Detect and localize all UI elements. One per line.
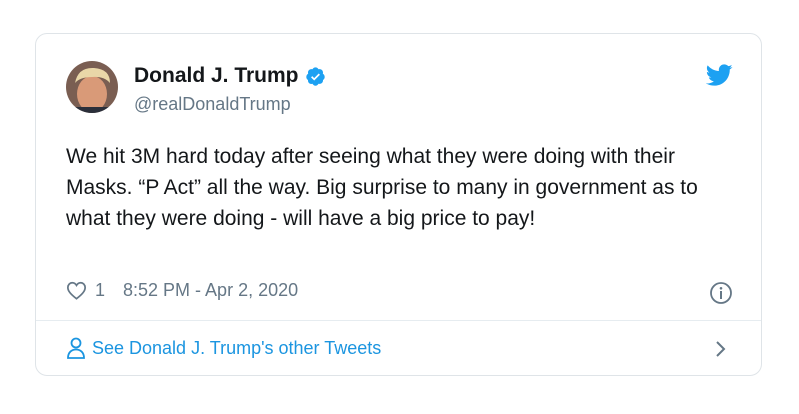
tweet-text: We hit 3M hard today after seeing what t… [66, 145, 698, 230]
author-name-text: Donald J. Trump [134, 64, 299, 87]
info-icon[interactable] [709, 281, 733, 305]
avatar-image [66, 61, 118, 113]
divider [36, 320, 761, 321]
tweet-timestamp[interactable]: 8:52 PM - Apr 2, 2020 [123, 280, 298, 301]
verified-badge-icon [305, 66, 325, 86]
other-tweets-link[interactable]: See Donald J. Trump's other Tweets [66, 337, 381, 359]
twitter-bird-icon[interactable] [706, 64, 733, 87]
tweet-card: Donald J. Trump @realDonaldTrump We hit … [35, 33, 762, 376]
person-icon [67, 337, 85, 359]
author-handle[interactable]: @realDonaldTrump [134, 94, 291, 115]
avatar[interactable] [66, 61, 118, 113]
tweet-meta: 1 8:52 PM - Apr 2, 2020 [66, 280, 298, 301]
heart-icon[interactable] [66, 281, 87, 300]
author-name[interactable]: Donald J. Trump [134, 64, 326, 88]
chevron-right-icon[interactable] [715, 340, 727, 358]
other-tweets-label: See Donald J. Trump's other Tweets [92, 337, 382, 358]
like-count[interactable]: 1 [95, 280, 105, 301]
